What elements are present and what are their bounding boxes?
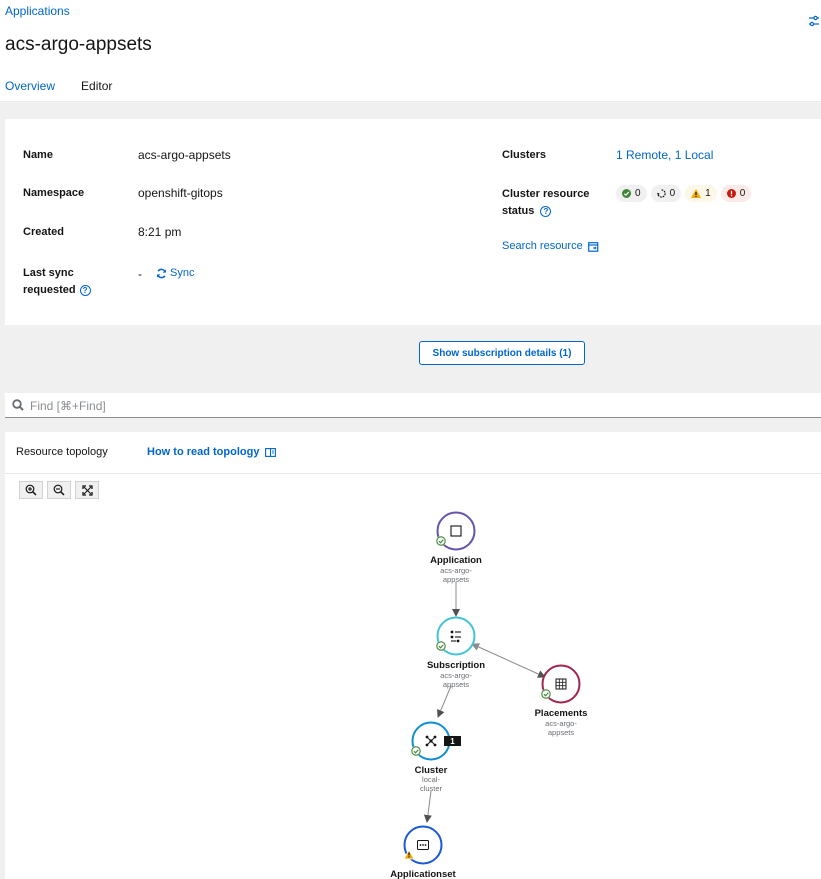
node-application-name1: acs-argo- — [440, 566, 472, 575]
tab-editor[interactable]: Editor — [81, 79, 112, 103]
created-label: Created — [23, 226, 64, 238]
created-value: 8:21 pm — [138, 225, 182, 239]
namespace-label: Namespace — [23, 187, 85, 199]
clusters-link[interactable]: 1 Remote, 1 Local — [616, 147, 713, 164]
node-placements-name1: acs-argo- — [545, 719, 577, 728]
name-value: acs-argo-appsets — [138, 148, 231, 162]
cluster-count: 1 — [450, 737, 455, 746]
page-header: Applications acs-argo-appsets Overview E… — [0, 0, 821, 103]
node-applicationset[interactable]: Applicationset — [390, 825, 457, 879]
pending-count: 0 — [669, 188, 676, 199]
node-cluster-name2: cluster — [420, 784, 443, 793]
edge-cluster-applicationset — [423, 790, 432, 823]
namespace-value: openshift-gitops — [138, 186, 223, 200]
find-search-bar — [5, 393, 821, 418]
pending-badge: 0 — [650, 185, 682, 202]
cluster-status-label: Cluster resource status ? — [502, 186, 589, 220]
warning-badge: 1 — [685, 185, 717, 202]
node-cluster[interactable]: 1 Cluster local- cluster — [411, 721, 461, 794]
clusters-label: Clusters — [502, 149, 547, 161]
last-sync-label-line2: requested — [23, 284, 76, 296]
breadcrumb-applications[interactable]: Applications — [5, 4, 70, 18]
warning-icon — [691, 189, 702, 198]
topology-graph: Application acs-argo- appsets Subscripti… — [390, 511, 588, 879]
node-cluster-name1: local- — [422, 775, 440, 784]
node-subscription-name2: appsets — [443, 680, 470, 689]
overview-card: Name acs-argo-appsets Namespace openshif… — [5, 119, 821, 325]
cluster-status-label-line2: status — [502, 205, 535, 217]
node-placements-name2: appsets — [548, 728, 575, 737]
node-placements-type: Placements — [535, 708, 588, 719]
topology-panel: Resource topology How to read topology A… — [5, 432, 821, 879]
search-resource-label: Search resource — [502, 240, 583, 252]
last-sync-value: - — [138, 267, 142, 281]
search-resource-link[interactable]: Search resource — [502, 240, 599, 252]
error-count: 0 — [739, 188, 746, 199]
last-sync-label-line1: Last sync — [23, 267, 74, 279]
edge-subscription-cluster — [437, 685, 452, 718]
node-application-type: Application — [430, 555, 482, 566]
in-progress-icon — [656, 189, 666, 198]
name-label: Name — [23, 149, 53, 161]
warning-count: 1 — [705, 188, 711, 199]
help-icon[interactable]: ? — [79, 285, 91, 296]
sync-button[interactable]: Sync — [156, 267, 194, 279]
external-link-icon — [587, 241, 599, 252]
error-badge: 0 — [720, 185, 752, 202]
check-circle-icon — [622, 189, 631, 198]
node-subscription-type: Subscription — [427, 660, 485, 671]
healthy-count: 0 — [635, 188, 641, 199]
sliders-icon[interactable] — [808, 14, 820, 28]
healthy-badge: 0 — [616, 185, 647, 202]
tab-overview[interactable]: Overview — [5, 79, 56, 103]
sync-label: Sync — [170, 267, 195, 279]
node-subscription-name1: acs-argo- — [440, 671, 472, 680]
node-applicationset-type: Applicationset — [390, 869, 456, 879]
cluster-status-label-line1: Cluster resource — [502, 188, 590, 200]
node-application-name2: appsets — [443, 575, 470, 584]
sync-icon — [157, 268, 166, 278]
node-application[interactable]: Application acs-argo- appsets — [430, 511, 482, 585]
header-divider — [0, 101, 821, 103]
last-sync-label: Last sync requested ? — [23, 265, 91, 299]
help-icon[interactable]: ? — [540, 206, 552, 217]
find-input[interactable] — [30, 396, 810, 415]
search-icon — [12, 399, 24, 411]
error-circle-icon — [726, 189, 736, 198]
show-subscription-details-button[interactable]: Show subscription details (1) — [419, 341, 585, 365]
status-badges: 0 0 1 0 — [616, 185, 752, 202]
page-title: acs-argo-appsets — [5, 34, 152, 55]
tab-bar: Overview Editor — [5, 79, 138, 103]
node-subscription[interactable]: Subscription acs-argo- appsets — [427, 616, 485, 690]
